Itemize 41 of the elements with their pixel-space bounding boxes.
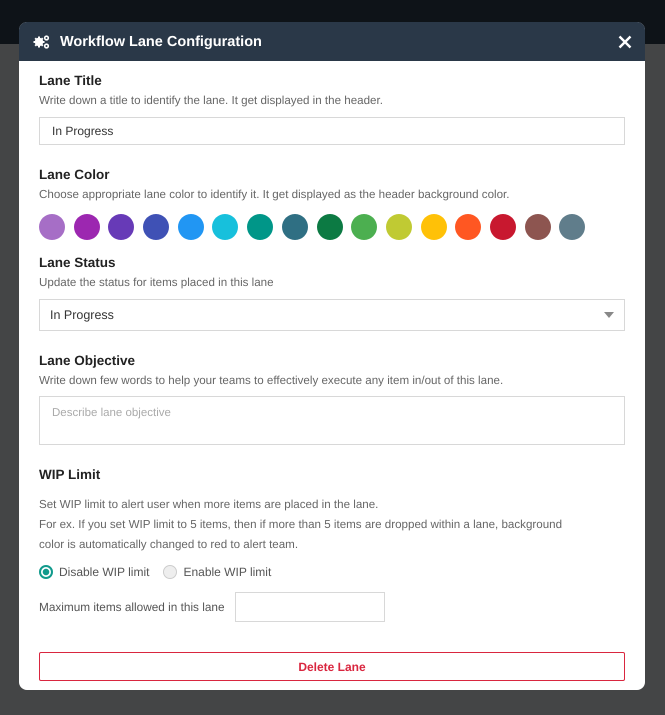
color-swatch[interactable] — [490, 214, 516, 240]
radio-button[interactable] — [163, 565, 178, 579]
max-items-input-field[interactable] — [234, 592, 385, 622]
field-label: Lane Status — [39, 254, 117, 272]
caret-icon — [604, 312, 614, 318]
dialog-title: Workflow Lane Configuration — [60, 34, 263, 50]
field-description: For ex. If you set WIP limit to 5 items, then if more than 5 items are dropped within a lane, background — [39, 517, 564, 533]
radio-option[interactable]: Disable WIP limit — [39, 565, 150, 579]
color-swatch[interactable] — [420, 214, 447, 240]
field-label: Lane Color — [39, 166, 111, 184]
max-items-label: Maximum items allowed in this lane — [39, 600, 225, 614]
field-description: Set WIP limit to alert user when more items are placed in the lane. — [39, 497, 380, 513]
color-swatch[interactable] — [143, 214, 170, 240]
color-swatch[interactable] — [559, 214, 586, 240]
field-label: Lane Title — [39, 72, 103, 90]
title-input-field[interactable]: In Progress — [39, 117, 625, 145]
color-swatch[interactable] — [247, 214, 274, 240]
field-description: Write down few words to help your teams to effectively execute any item in/out of this lane. — [39, 373, 504, 389]
color-swatch[interactable] — [108, 214, 134, 240]
delete-button[interactable]: Delete Lane — [39, 652, 625, 681]
color-swatch[interactable] — [455, 214, 482, 240]
field-description: Update the status for items placed in this lane — [39, 275, 275, 291]
color-swatch[interactable] — [178, 214, 204, 240]
color-swatch[interactable] — [39, 214, 65, 240]
color-swatch[interactable] — [282, 214, 308, 240]
close-icon[interactable] — [618, 34, 632, 48]
field-label: WIP Limit — [39, 466, 102, 484]
field-description: Choose appropriate lane color to identify it. It get displayed as the header background color. — [39, 187, 510, 203]
status-dropdown[interactable]: In Progress — [39, 299, 625, 331]
field-description: Write down a title to identify the lane. It get displayed in the header. — [39, 93, 384, 109]
color-swatch[interactable] — [212, 214, 238, 240]
gears-icon — [33, 34, 51, 50]
color-swatch[interactable] — [524, 214, 551, 240]
radio-option[interactable]: Enable WIP limit — [163, 565, 272, 579]
color-swatch[interactable] — [316, 214, 342, 240]
color-swatch[interactable] — [386, 214, 412, 240]
radio-button[interactable] — [39, 565, 53, 579]
field-description: color is automatically changed to red to alert team. — [39, 537, 300, 553]
color-swatch[interactable] — [74, 214, 100, 240]
field-label: Lane Objective — [39, 352, 136, 370]
color-swatch[interactable] — [351, 214, 378, 240]
